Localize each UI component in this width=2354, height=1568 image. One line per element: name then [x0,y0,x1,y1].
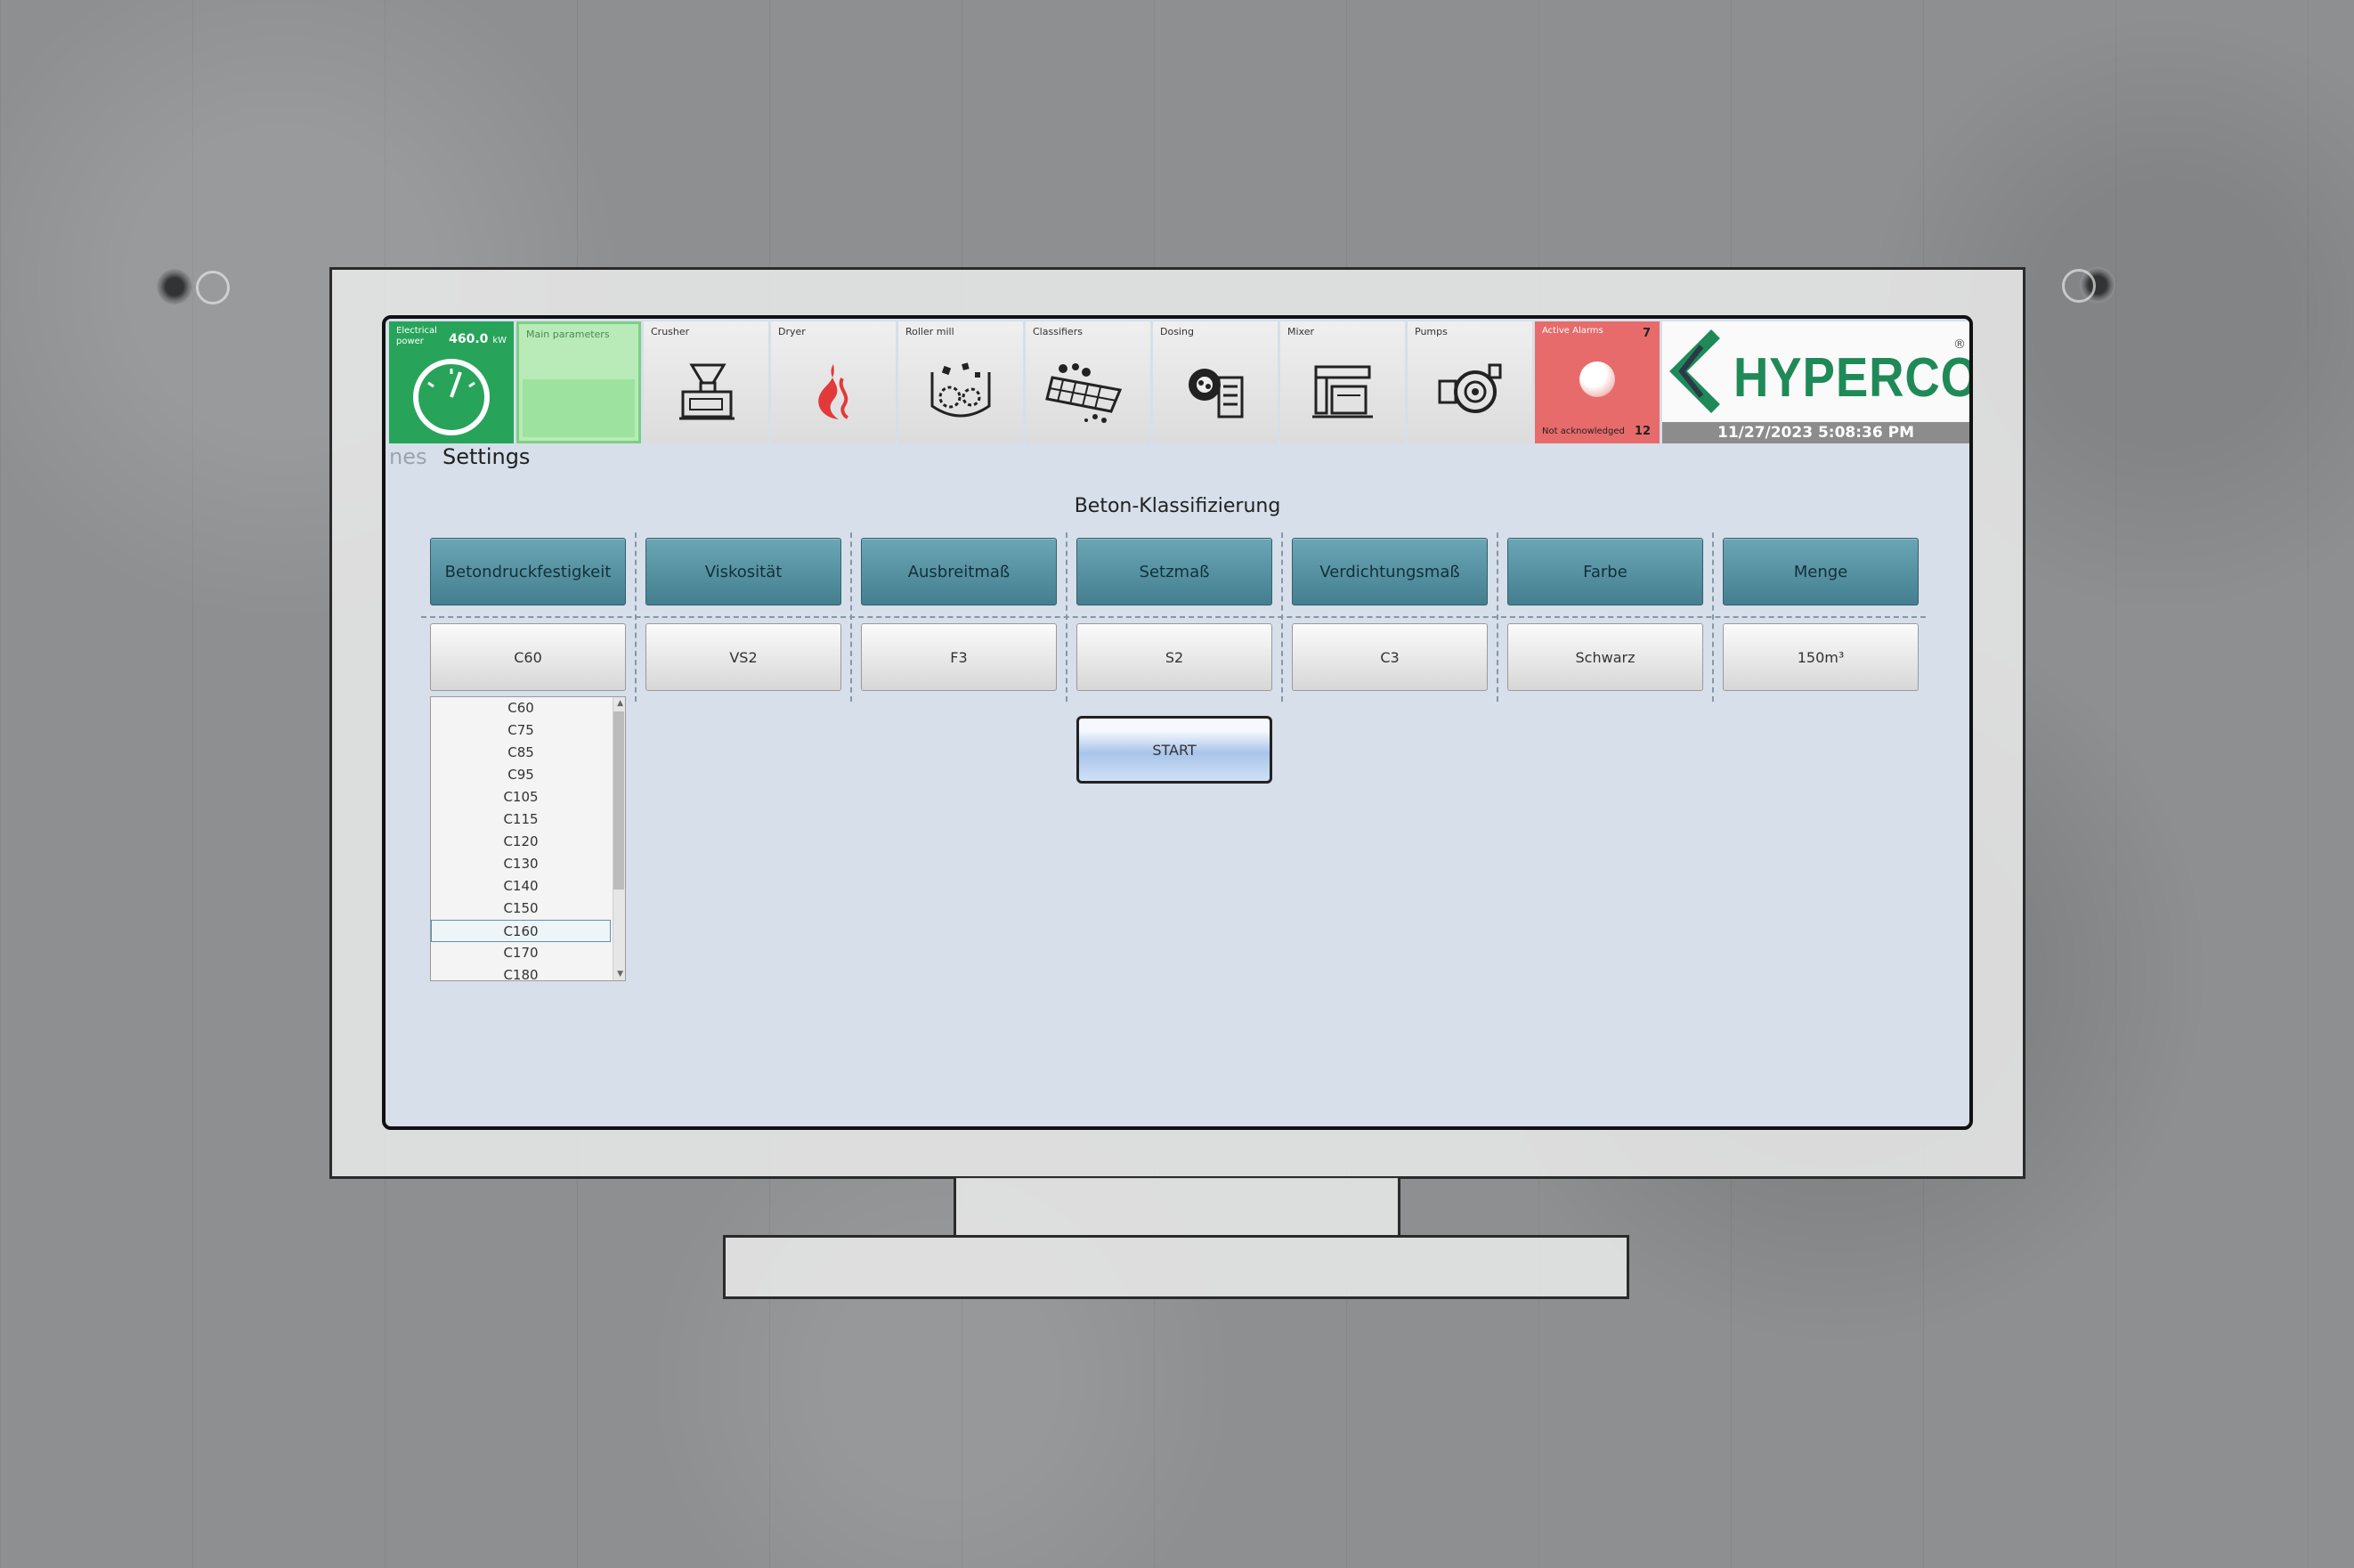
pump-icon [1438,363,1502,414]
dropdown-option[interactable]: C130 [431,853,611,875]
value-select-farbe[interactable]: Schwarz [1507,623,1703,691]
registered-mark: ® [1953,337,1966,352]
tile-classifiers[interactable]: Classifiers [1026,321,1150,443]
tile-main-parameters[interactable]: Main parameters [516,321,641,443]
top-bar: Electrical power 460.0 kW Main parameter… [389,321,1969,443]
value-select-menge[interactable]: 150m³ [1723,623,1919,691]
column-viskositaet: Viskosität VS2 [636,532,851,702]
value-select-setzmass[interactable]: S2 [1076,623,1272,691]
category-button-setzmass[interactable]: Setzmaß [1076,538,1272,605]
column-verdichtungsmass: Verdichtungsmaß C3 [1282,532,1498,702]
hypercon-logo-icon [1669,329,1720,413]
category-button-viskositaet[interactable]: Viskosität [645,538,841,605]
dropdown-option[interactable]: C95 [431,764,611,786]
dropdown-scrollbar[interactable]: ▲ ▼ [613,697,625,980]
wall-anchor-left [157,269,192,305]
nav-tab-settings[interactable]: Settings [442,444,530,469]
dropdown-option[interactable]: C115 [431,808,611,831]
active-alarms-count: 7 [1642,327,1651,340]
dropdown-option-highlighted[interactable]: C160 [431,920,611,942]
strength-class-dropdown-list[interactable]: C60 C75 C85 C95 C105 C115 C120 C130 C140… [430,696,626,981]
tile-label-dryer: Dryer [778,326,806,337]
category-button-verdichtungsmass[interactable]: Verdichtungsmaß [1292,538,1488,605]
not-acknowledged-count: 12 [1634,425,1651,438]
mixer-icon [1312,365,1373,418]
monitor-stand-base [723,1235,1629,1299]
roller-mill-icon [930,362,991,418]
column-setzmass: Setzmaß S2 [1067,532,1282,702]
dryer-flame-icon [818,364,849,420]
monitor-stand-neck [954,1178,1400,1238]
dropdown-option[interactable]: C85 [431,742,611,764]
alarm-lamp-icon [1579,361,1615,397]
dropdown-option[interactable]: C150 [431,898,611,920]
scroll-up-arrow-icon[interactable]: ▲ [617,699,623,708]
column-farbe: Farbe Schwarz [1498,532,1713,702]
tile-crusher[interactable]: Crusher [644,321,768,443]
tile-mixer[interactable]: Mixer [1280,321,1405,443]
column-menge: Menge 150m³ [1713,532,1928,702]
alarms-tile[interactable]: Active Alarms 7 Not acknowledged 12 [1535,321,1660,443]
category-button-farbe[interactable]: Farbe [1507,538,1703,605]
wall-ring-right [2062,269,2096,303]
not-acknowledged-label: Not acknowledged [1542,427,1625,436]
column-ausbreitmass: Ausbreitmaß F3 [851,532,1067,702]
tile-dosing[interactable]: Dosing [1153,321,1278,443]
tile-label-dosing: Dosing [1160,326,1194,337]
dropdown-option[interactable]: C180 [431,964,611,980]
power-value-number: 460.0 [449,332,489,346]
dropdown-option[interactable]: C60 [431,697,611,719]
start-button[interactable]: START [1076,716,1272,784]
dropdown-option[interactable]: C120 [431,831,611,853]
value-select-ausbreitmass[interactable]: F3 [861,623,1057,691]
dropdown-option[interactable]: C105 [431,786,611,808]
active-alarms-label: Active Alarms [1542,326,1603,336]
classifier-icon [1045,363,1123,424]
electrical-power-tile[interactable]: Electrical power 460.0 kW [389,321,514,443]
tile-label-crusher: Crusher [651,326,690,337]
dropdown-option[interactable]: C140 [431,875,611,898]
tile-label-pumps: Pumps [1415,326,1448,337]
value-select-betondruckfestigkeit[interactable]: C60 [430,623,626,691]
value-select-viskositaet[interactable]: VS2 [645,623,841,691]
crusher-icon [679,363,735,420]
brand-logo-tile: HYPERCON ® 11/27/2023 5:08:36 PM [1662,321,1969,443]
nav-tab-previous[interactable]: nes [389,444,426,469]
tile-roller-mill[interactable]: Roller mill [898,321,1023,443]
power-value: 460.0 kW [449,332,507,346]
column-betondruckfestigkeit: Betondruckfestigkeit C60 [420,532,636,702]
tile-label-classifiers: Classifiers [1033,326,1083,337]
tile-dryer[interactable]: Dryer [771,321,896,443]
gauge-icon [413,358,490,435]
dropdown-option[interactable]: C170 [431,942,611,964]
page-title: Beton-Klassifizierung [1074,495,1281,517]
dropdown-option[interactable]: C75 [431,719,611,742]
category-button-menge[interactable]: Menge [1723,538,1919,605]
scroll-down-arrow-icon[interactable]: ▼ [617,970,623,979]
brand-name: HYPERCON [1733,347,1969,409]
scrollbar-thumb[interactable] [613,711,624,890]
power-unit: kW [492,336,507,345]
tile-label-main-parameters: Main parameters [526,329,610,340]
value-select-verdichtungsmass[interactable]: C3 [1292,623,1488,691]
dosing-icon [1189,369,1244,418]
category-button-ausbreitmass[interactable]: Ausbreitmaß [861,538,1057,605]
power-label: Electrical power [396,326,437,346]
main-parameters-icon [523,379,635,437]
hmi-screen: Electrical power 460.0 kW Main parameter… [382,315,1973,1130]
tile-label-roller-mill: Roller mill [905,326,954,337]
wall-ring-left [196,271,230,305]
tile-label-mixer: Mixer [1287,326,1315,337]
category-button-betondruckfestigkeit[interactable]: Betondruckfestigkeit [430,538,626,605]
tile-pumps[interactable]: Pumps [1408,321,1532,443]
datetime-display: 11/27/2023 5:08:36 PM [1662,422,1969,443]
